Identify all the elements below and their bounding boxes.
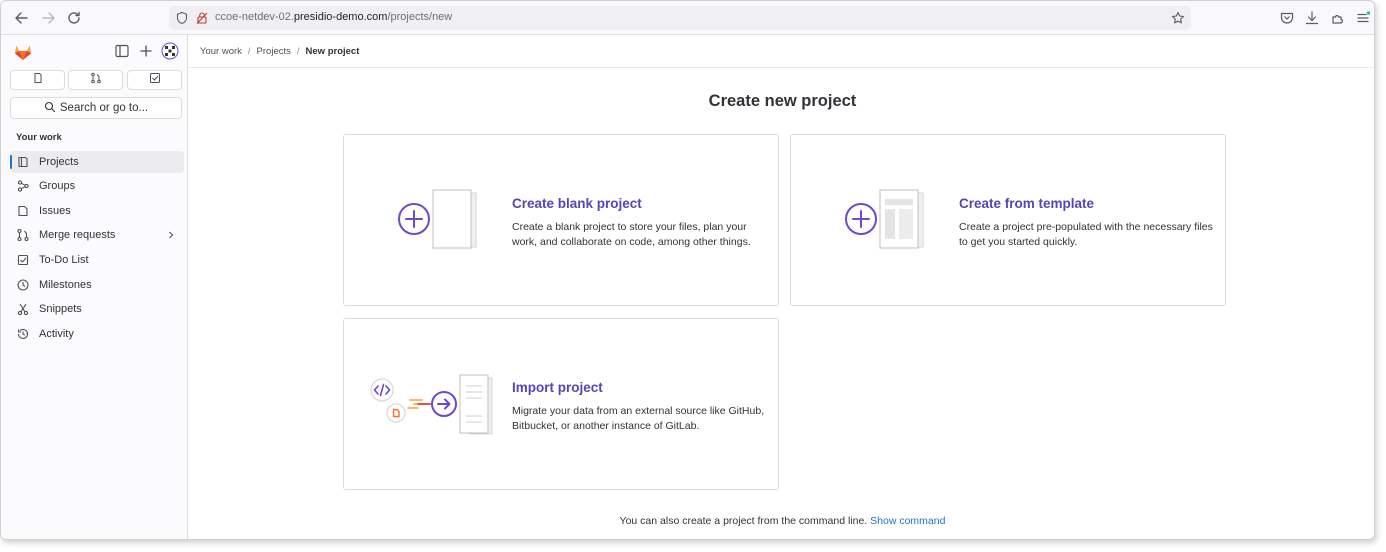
sidebar-item-label: Issues (39, 205, 71, 217)
sidebar-item-label: Activity (39, 328, 74, 340)
issues-icon (16, 204, 30, 218)
avatar[interactable] (161, 42, 179, 60)
show-command-link[interactable]: Show command (870, 515, 945, 527)
reload-icon[interactable] (65, 9, 83, 27)
breadcrumb: Your work / Projects / New project (189, 35, 1374, 68)
todo-icon (149, 71, 161, 89)
sidebar-quick-tabs (10, 70, 182, 90)
template-illustration (845, 189, 924, 249)
sidebar-item-label: To-Do List (39, 254, 89, 266)
sidebar-item-activity[interactable]: Activity (10, 323, 184, 345)
plus-icon[interactable] (137, 42, 155, 60)
forward-arrow-icon[interactable] (39, 9, 57, 27)
command-line-hint: You can also create a project from the c… (189, 515, 1374, 527)
card-title: Create from template (959, 196, 1095, 211)
command-line-text: You can also create a project from the c… (619, 515, 868, 527)
card-title: Create blank project (512, 196, 642, 211)
shield-icon[interactable] (175, 11, 189, 25)
card-description: Create a blank project to store your fil… (512, 221, 751, 248)
card-description: Create a project pre-populated with the … (959, 221, 1213, 248)
sidebar-item-issues[interactable]: Issues (10, 200, 184, 222)
sidebar-item-label: Milestones (39, 279, 92, 291)
sidebar-item-label: Snippets (39, 303, 82, 315)
sidebar-item-todo-list[interactable]: To-Do List (10, 249, 184, 271)
extensions-icon[interactable] (1330, 10, 1346, 26)
gitlab-logo-icon[interactable] (13, 42, 33, 62)
sidebar-item-label: Merge requests (39, 229, 116, 241)
breadcrumb-new-project[interactable]: New project (306, 46, 360, 57)
merge-requests-count-tab[interactable] (68, 70, 123, 90)
sidebar-item-milestones[interactable]: Milestones (10, 274, 184, 296)
sidebar-item-label: Projects (39, 156, 79, 168)
project-icon (16, 155, 30, 169)
merge-request-icon (16, 228, 30, 242)
todo-icon (16, 253, 30, 267)
page-title: Create new project (708, 92, 857, 110)
app-menu-icon[interactable] (1355, 10, 1371, 26)
activity-icon (16, 327, 30, 341)
card-title: Import project (512, 380, 603, 395)
milestone-icon (16, 278, 30, 292)
sidebar-section-heading[interactable]: Your work (16, 132, 62, 143)
chevron-right-icon[interactable] (166, 229, 176, 241)
create-blank-project-card[interactable]: Create blank project Create a blank proj… (343, 134, 779, 306)
breadcrumb-your-work[interactable]: Your work (200, 46, 242, 57)
pocket-icon[interactable] (1279, 10, 1295, 26)
sidebar-item-groups[interactable]: Groups (10, 175, 184, 197)
sidebar-item-projects[interactable]: Projects (10, 151, 184, 173)
sidebar-item-merge-requests[interactable]: Merge requests (10, 224, 184, 246)
address-bar[interactable]: ccoe-netdev-02.presidio-demo.com/project… (169, 6, 1191, 30)
breadcrumb-separator: / (247, 45, 251, 57)
create-from-template-card[interactable]: Create from template Create a project pr… (790, 134, 1226, 306)
browser-window: ccoe-netdev-02.presidio-demo.com/project… (0, 0, 1375, 540)
blank-project-illustration (398, 189, 477, 249)
download-icon[interactable] (1304, 10, 1320, 26)
bookmark-star-icon[interactable] (1171, 11, 1185, 25)
import-project-illustration (370, 374, 493, 435)
main-content: Your work / Projects / New project Creat… (189, 35, 1374, 539)
search-icon (44, 101, 56, 116)
sidebar-item-label: Groups (39, 180, 76, 192)
merge-request-icon (90, 71, 102, 89)
issues-icon (32, 71, 44, 89)
back-arrow-icon[interactable] (13, 9, 31, 27)
breadcrumb-separator: / (296, 45, 300, 57)
sidebar-toggle-icon[interactable] (113, 42, 131, 60)
insecure-lock-icon[interactable] (195, 11, 209, 25)
breadcrumb-projects[interactable]: Projects (257, 46, 291, 57)
snippet-icon (16, 302, 30, 316)
todos-count-tab[interactable] (127, 70, 182, 90)
search-button[interactable]: Search or go to... (10, 97, 182, 119)
sidebar: Search or go to... Your work Projects Gr… (1, 35, 188, 539)
sidebar-item-snippets[interactable]: Snippets (10, 298, 184, 320)
url-text[interactable]: ccoe-netdev-02.presidio-demo.com/project… (215, 11, 452, 23)
search-label: Search or go to... (59, 102, 149, 114)
import-project-card[interactable]: Import project Migrate your data from an… (343, 318, 779, 490)
group-icon (16, 179, 30, 193)
card-description: Migrate your data from an external sourc… (512, 405, 765, 432)
browser-toolbar: ccoe-netdev-02.presidio-demo.com/project… (1, 1, 1374, 35)
issues-count-tab[interactable] (10, 70, 65, 90)
